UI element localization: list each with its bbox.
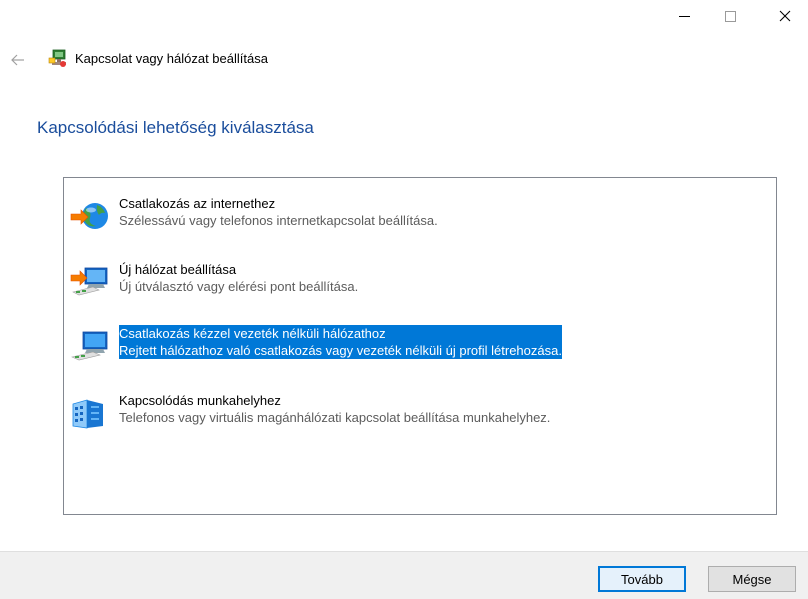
option-title: Új hálózat beállítása [119,262,237,277]
option-text: Új hálózat beállítása Új útválasztó vagy… [119,261,358,295]
cancel-button[interactable]: Mégse [708,566,796,592]
wireless-network-icon [71,331,108,361]
network-setup-icon [48,49,66,67]
window-title: Kapcsolat vagy hálózat beállítása [75,51,268,66]
maximize-icon [724,10,736,22]
back-button[interactable] [8,50,28,70]
next-button[interactable]: Tovább [598,566,686,592]
close-button[interactable] [762,0,808,32]
option-title: Csatlakozás kézzel vezeték nélküli hálóz… [119,326,386,341]
back-arrow-icon [11,54,24,66]
globe-internet-icon [70,203,108,229]
workplace-building-icon [72,399,103,429]
minimize-icon [678,15,690,17]
option-title: Csatlakozás az internethez [119,196,276,211]
close-icon [779,10,791,22]
connection-setup-window: Kapcsolat vagy hálózat beállítása Kapcso… [0,0,808,599]
option-title: Kapcsolódás munkahelyhez [119,393,281,408]
dialog-footer: Tovább Mégse [0,551,808,599]
option-text: Kapcsolódás munkahelyhez Telefonos vagy … [119,392,550,426]
option-description: Telefonos vagy virtuális magánhálózati k… [119,410,551,425]
option-description: Rejtett hálózathoz való csatlakozás vagy… [119,343,562,358]
minimize-button[interactable] [661,0,707,32]
connection-options-list[interactable]: Csatlakozás az internethez Szélessávú va… [63,177,777,515]
option-text: Csatlakozás kézzel vezeték nélküli hálóz… [119,325,562,359]
new-network-icon [70,267,108,296]
maximize-button[interactable] [707,0,753,32]
page-heading: Kapcsolódási lehetőség kiválasztása [37,118,314,137]
option-description: Új útválasztó vagy elérési pont beállítá… [119,279,359,294]
option-text: Csatlakozás az internethez Szélessávú va… [119,195,438,229]
option-description: Szélessávú vagy telefonos internetkapcso… [119,213,438,228]
